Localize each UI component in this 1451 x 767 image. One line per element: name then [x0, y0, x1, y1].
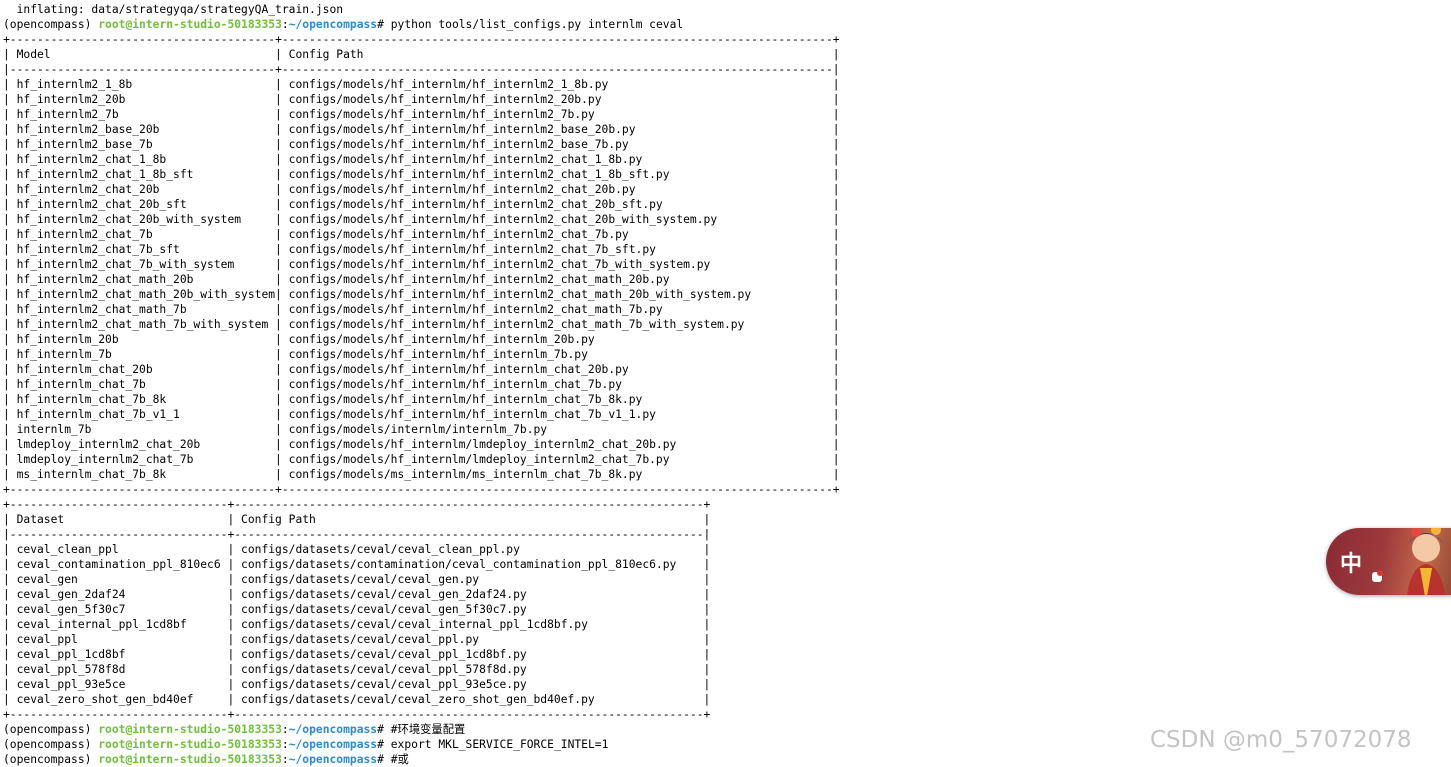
table-row: | hf_internlm2_chat_math_20b_with_system…: [3, 288, 840, 301]
table-separator: |--------------------------------+------…: [3, 528, 711, 541]
prompt-symbol: #: [377, 723, 384, 736]
csdn-watermark: CSDN @m0_57072078: [1150, 727, 1412, 753]
prompt-colon: :: [281, 18, 289, 31]
models-table: +---------------------------------------…: [3, 32, 840, 497]
prompt-line-env-comment: (opencompass) root@intern-studio-5018335…: [3, 722, 840, 737]
prompt-env: (opencompass): [3, 723, 92, 736]
prompt-path: ~/opencompass: [288, 738, 378, 751]
table-row: | hf_internlm_chat_20b | configs/models/…: [3, 363, 840, 376]
table-border-bottom: +--------------------------------+------…: [3, 708, 711, 721]
table-header: | Dataset | Config Path |: [3, 513, 711, 526]
ime-glyph: 中: [1340, 552, 1363, 577]
table-row: | ceval_zero_shot_gen_bd40ef | configs/d…: [3, 693, 711, 706]
table-row: | ceval_ppl_578f8d | configs/datasets/ce…: [3, 663, 711, 676]
prompt-symbol: #: [377, 753, 384, 766]
prompt-path: ~/opencompass: [288, 753, 378, 766]
prompt-user-host: root@intern-studio-50183353: [98, 18, 282, 31]
table-row: | ceval_ppl_93e5ce | configs/datasets/ce…: [3, 678, 711, 691]
prompt-env: (opencompass): [3, 753, 92, 766]
table-row: | ceval_clean_ppl | configs/datasets/cev…: [3, 543, 711, 556]
table-row: | hf_internlm2_base_7b | configs/models/…: [3, 138, 840, 151]
output-line-inflating: inflating: data/strategyqa/strategyQA_tr…: [3, 3, 344, 16]
table-row: | hf_internlm2_chat_7b_sft | configs/mod…: [3, 243, 840, 256]
prompt-path: ~/opencompass: [288, 18, 378, 31]
table-border-top: +--------------------------------+------…: [3, 498, 711, 511]
prompt-line-or-comment: (opencompass) root@intern-studio-5018335…: [3, 752, 840, 767]
prompt-symbol: #: [377, 738, 384, 751]
table-row: | hf_internlm2_chat_7b_with_system | con…: [3, 258, 840, 271]
mascot-character-icon: [1406, 528, 1446, 595]
table-row: | ceval_internal_ppl_1cd8bf | configs/da…: [3, 618, 711, 631]
prompt-user-host: root@intern-studio-50183353: [98, 723, 282, 736]
table-border-top: +---------------------------------------…: [3, 33, 840, 46]
command-text: export MKL_SERVICE_FORCE_INTEL=1: [390, 738, 609, 751]
table-row: | hf_internlm_7b | configs/models/hf_int…: [3, 348, 840, 361]
table-row: | hf_internlm2_chat_math_7b_with_system …: [3, 318, 840, 331]
table-row: | internlm_7b | configs/models/internlm/…: [3, 423, 840, 436]
table-row: | hf_internlm2_chat_1_8b | configs/model…: [3, 153, 840, 166]
prompt-path: ~/opencompass: [288, 723, 378, 736]
table-row: | lmdeploy_internlm2_chat_20b | configs/…: [3, 438, 840, 451]
table-row: | hf_internlm2_chat_7b | configs/models/…: [3, 228, 840, 241]
table-separator: |---------------------------------------…: [3, 63, 840, 76]
table-row: | ceval_gen | configs/datasets/ceval/cev…: [3, 573, 711, 586]
prompt-line-export: (opencompass) root@intern-studio-5018335…: [3, 737, 840, 752]
command-text: #或: [390, 753, 409, 766]
datasets-rows: | ceval_clean_ppl | configs/datasets/cev…: [3, 542, 840, 707]
prompt-symbol: #: [377, 18, 384, 31]
notification-icon: [1372, 570, 1383, 582]
table-row: | hf_internlm2_chat_math_7b | configs/mo…: [3, 303, 840, 316]
table-row: | hf_internlm2_chat_math_20b | configs/m…: [3, 273, 840, 286]
table-row: | hf_internlm_chat_7b_v1_1 | configs/mod…: [3, 408, 840, 421]
table-row: | hf_internlm_chat_7b_8k | configs/model…: [3, 393, 840, 406]
terminal-output[interactable]: inflating: data/strategyqa/strategyQA_tr…: [3, 2, 840, 767]
table-row: | ceval_ppl | configs/datasets/ceval/cev…: [3, 633, 711, 646]
table-header: | Model | Config Path |: [3, 48, 840, 61]
floating-assistant-widget[interactable]: 中: [1326, 528, 1451, 595]
table-row: | hf_internlm2_chat_20b_with_system | co…: [3, 213, 840, 226]
prompt-line-list-configs: (opencompass) root@intern-studio-5018335…: [3, 17, 840, 32]
table-row: | ceval_gen_2daf24 | configs/datasets/ce…: [3, 588, 711, 601]
table-row: | ms_internlm_chat_7b_8k | configs/model…: [3, 468, 840, 481]
table-row: | hf_internlm_20b | configs/models/hf_in…: [3, 333, 840, 346]
prompt-user-host: root@intern-studio-50183353: [98, 753, 282, 766]
table-row: | hf_internlm2_7b | configs/models/hf_in…: [3, 108, 840, 121]
table-row: | ceval_gen_5f30c7 | configs/datasets/ce…: [3, 603, 711, 616]
prompt-env: (opencompass): [3, 18, 92, 31]
table-row: | hf_internlm2_1_8b | configs/models/hf_…: [3, 78, 840, 91]
table-row: | hf_internlm2_base_20b | configs/models…: [3, 123, 840, 136]
table-row: | hf_internlm_chat_7b | configs/models/h…: [3, 378, 840, 391]
prompt-env: (opencompass): [3, 738, 92, 751]
models-rows: | hf_internlm2_1_8b | configs/models/hf_…: [3, 77, 840, 482]
prompt-colon: :: [281, 723, 289, 736]
table-row: | hf_internlm2_chat_20b | configs/models…: [3, 183, 840, 196]
table-row: | hf_internlm2_chat_20b_sft | configs/mo…: [3, 198, 840, 211]
table-row: | hf_internlm2_chat_1_8b_sft | configs/m…: [3, 168, 840, 181]
table-row: | ceval_contamination_ppl_810ec6 | confi…: [3, 558, 711, 571]
command-text: #环境变量配置: [390, 723, 466, 736]
prompt-user-host: root@intern-studio-50183353: [98, 738, 282, 751]
command-text: python tools/list_configs.py internlm ce…: [390, 18, 684, 31]
table-row: | ceval_ppl_1cd8bf | configs/datasets/ce…: [3, 648, 711, 661]
table-border-bottom: +---------------------------------------…: [3, 483, 840, 496]
prompt-colon: :: [281, 753, 289, 766]
table-row: | hf_internlm2_20b | configs/models/hf_i…: [3, 93, 840, 106]
table-row: | lmdeploy_internlm2_chat_7b | configs/m…: [3, 453, 840, 466]
prompt-colon: :: [281, 738, 289, 751]
datasets-table: +--------------------------------+------…: [3, 497, 840, 722]
